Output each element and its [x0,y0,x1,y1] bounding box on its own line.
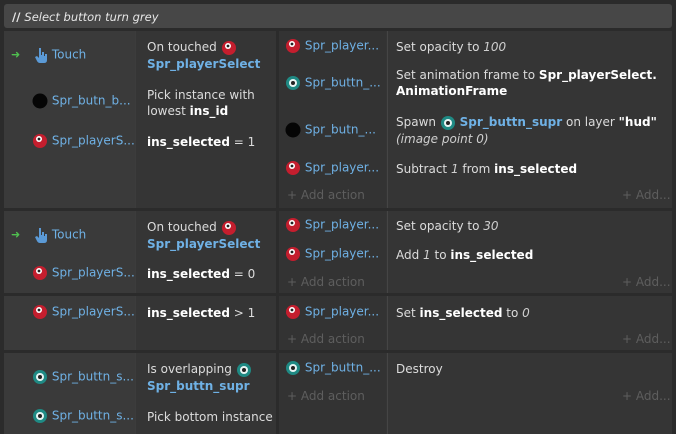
condition-on-touched[interactable]: On touched Spr_playerSelect [147,219,260,252]
action-spawn[interactable]: Spawn Spr_buttn_supr on layer "hud" (ima… [396,114,657,147]
trigger-arrow-icon: ➜ [11,48,21,61]
condition-object-spr-buttn-s[interactable]: Spr_buttn_s... [32,408,134,424]
conditions-column: ➜ Touch On touched Spr_playerSelect Spr_… [4,211,276,293]
action-object-spr-butn[interactable]: Spr_butn_... [285,122,376,138]
action-set-opacity-100[interactable]: Set opacity to 100 [396,39,506,55]
conditions-column: Spr_buttn_s... Is overlapping Spr_buttn_… [4,353,276,434]
player-sprite-icon [221,40,236,55]
condition-ins-selected-gt-1[interactable]: ins_selected > 1 [147,305,255,321]
condition-object-spr-players[interactable]: Spr_playerS... [32,265,135,281]
player-sprite-icon [221,220,236,235]
black-sprite-icon [285,122,301,138]
add-action-short-link[interactable]: + Add... [622,332,671,346]
action-destroy[interactable]: Destroy [396,361,443,377]
action-object-spr-player[interactable]: Spr_player... [285,38,379,54]
condition-object-touch[interactable]: Touch [34,227,86,243]
actions-column: Spr_player... Set opacity to 30 Spr_play… [279,211,672,293]
action-set-animation-frame[interactable]: Set animation frame to Spr_playerSelect.… [396,67,657,99]
comment-prefix: // [12,10,21,24]
add-action-short-link[interactable]: + Add... [622,275,671,289]
actions-column: Spr_buttn_... Destroy + Add action + Add… [279,353,672,434]
event-block-2[interactable]: ➜ Touch On touched Spr_playerSelect Spr_… [4,211,672,293]
conditions-column: Spr_playerS... ins_selected > 1 [4,296,276,350]
condition-is-overlapping[interactable]: Is overlapping Spr_buttn_supr [147,361,252,394]
player-sprite-icon [286,305,300,319]
conditions-column: ➜ Touch On touched Spr_playerSelect Spr_… [4,31,276,208]
action-set-opacity-30[interactable]: Set opacity to 30 [396,218,499,234]
event-block-3[interactable]: Spr_playerS... ins_selected > 1 Spr_play… [4,296,672,350]
touch-icon [35,48,47,63]
eye-sprite-icon [440,115,455,130]
eye-sprite-icon [286,76,300,90]
black-sprite-icon [32,93,48,109]
player-sprite-icon [33,134,47,148]
condition-pick-bottom[interactable]: Pick bottom instance [147,409,273,425]
action-object-spr-buttn[interactable]: Spr_buttn_... [285,360,381,376]
trigger-arrow-icon: ➜ [11,228,21,241]
add-action-short-link[interactable]: + Add... [622,389,671,403]
action-object-spr-player[interactable]: Spr_player... [285,246,379,262]
action-subtract[interactable]: Subtract 1 from ins_selected [396,161,577,177]
add-action-link[interactable]: + Add action [287,389,365,403]
action-object-spr-player[interactable]: Spr_player... [285,217,379,233]
action-object-spr-player[interactable]: Spr_player... [285,304,379,320]
add-action-link[interactable]: + Add action [287,188,365,202]
event-comment[interactable]: //Select button turn grey [4,4,672,28]
player-sprite-icon [286,247,300,261]
eye-sprite-icon [236,362,251,377]
condition-on-touched[interactable]: On touched Spr_playerSelect [147,39,260,72]
add-action-link[interactable]: + Add action [287,332,365,346]
add-action-link[interactable]: + Add action [287,275,365,289]
condition-object-spr-players[interactable]: Spr_playerS... [32,133,135,149]
condition-pick-lowest[interactable]: Pick instance with lowest ins_id [147,87,255,119]
event-block-4[interactable]: Spr_buttn_s... Is overlapping Spr_buttn_… [4,353,672,434]
action-object-spr-buttn[interactable]: Spr_buttn_... [285,75,381,91]
condition-object-spr-players[interactable]: Spr_playerS... [32,304,135,320]
condition-object-spr-buttn-s[interactable]: Spr_buttn_s... [32,369,134,385]
actions-column: Spr_player... Set opacity to 100 Spr_but… [279,31,672,208]
action-add-1[interactable]: Add 1 to ins_selected [396,247,533,263]
player-sprite-icon [286,39,300,53]
actions-column: Spr_player... Set ins_selected to 0 + Ad… [279,296,672,350]
player-sprite-icon [286,218,300,232]
eye-sprite-icon [286,361,300,375]
eye-sprite-icon [33,370,47,384]
action-object-spr-player[interactable]: Spr_player... [285,160,379,176]
player-sprite-icon [286,161,300,175]
condition-ins-selected-eq-0[interactable]: ins_selected = 0 [147,266,255,282]
action-set-ins-selected-0[interactable]: Set ins_selected to 0 [396,305,530,321]
eye-sprite-icon [33,409,47,423]
add-action-short-link[interactable]: + Add... [622,188,671,202]
player-sprite-icon [33,305,47,319]
condition-object-spr-butn-b[interactable]: Spr_butn_b... [32,93,131,109]
condition-object-touch[interactable]: Touch [34,47,86,63]
player-sprite-icon [33,266,47,280]
condition-ins-selected-eq-1[interactable]: ins_selected = 1 [147,134,255,150]
comment-text: Select button turn grey [24,10,159,24]
touch-icon [35,228,47,243]
event-block-1[interactable]: ➜ Touch On touched Spr_playerSelect Spr_… [4,31,672,208]
